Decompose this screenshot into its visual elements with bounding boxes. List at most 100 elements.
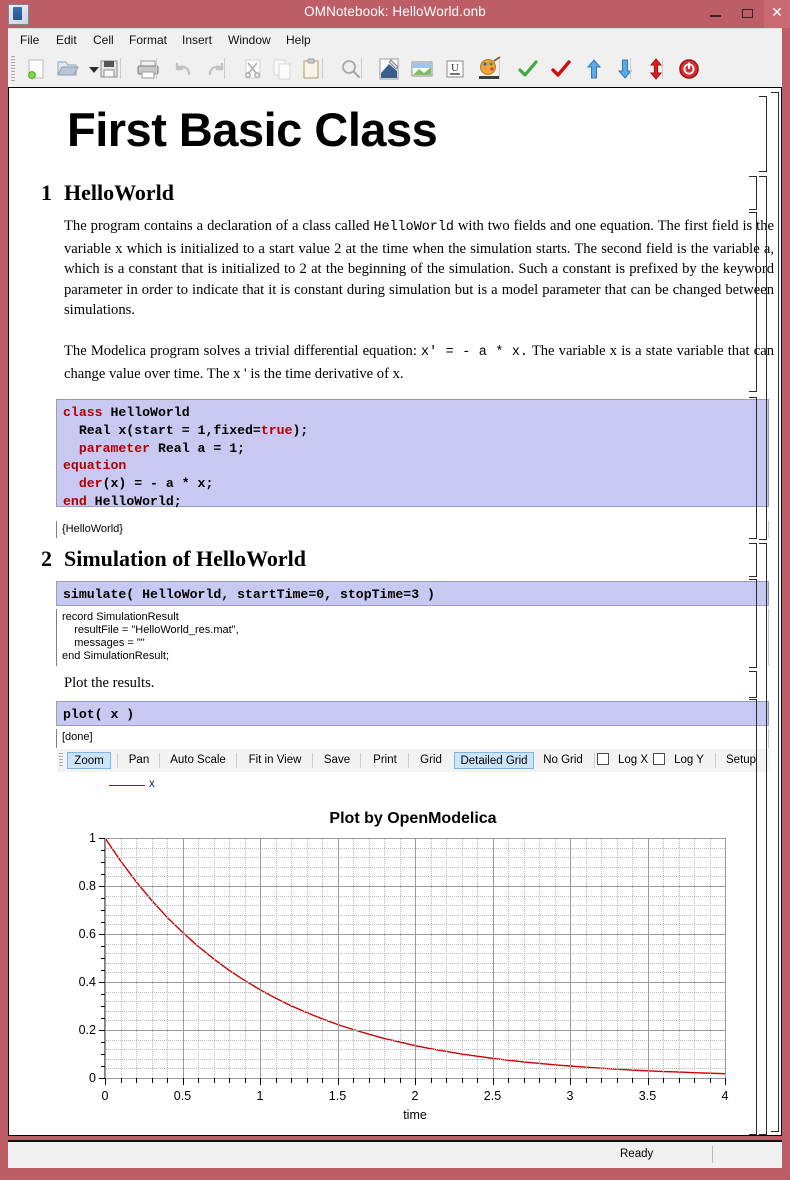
open-document-icon[interactable] <box>53 55 81 83</box>
y-tick-minor <box>101 1018 105 1019</box>
plot-button-auto-scale[interactable]: Auto Scale <box>165 752 231 769</box>
move-down-icon[interactable] <box>611 55 639 83</box>
x-tick-label: 2 <box>412 1089 419 1103</box>
x-tick <box>338 1078 339 1085</box>
undo-icon[interactable] <box>171 55 199 83</box>
cell-bracket-para3[interactable] <box>749 671 757 698</box>
input-cell-model-code[interactable]: class HelloWorld Real x(start = 1,fixed=… <box>56 399 769 507</box>
new-document-icon[interactable] <box>22 55 50 83</box>
document-viewport: First Basic Class 1 HelloWorld The progr… <box>8 87 782 1136</box>
menu-bar: File Edit Cell Format Insert Window Help <box>8 28 782 51</box>
plot-button-no-grid[interactable]: No Grid <box>538 752 588 769</box>
x-tick-label: 3 <box>567 1089 574 1103</box>
plot-button-fit-in-view[interactable]: Fit in View <box>242 752 308 769</box>
input-cell-plot-command[interactable]: plot( x ) <box>56 701 769 726</box>
toolbar-separator <box>361 58 362 79</box>
plot-button-detailed-grid[interactable]: Detailed Grid <box>454 752 534 769</box>
gridline-minor-vertical <box>539 838 540 1078</box>
input-cell-icon[interactable] <box>408 55 436 83</box>
kw-equation: equation <box>63 458 126 473</box>
checkbox-logy[interactable] <box>653 753 665 765</box>
text-cell-icon <box>375 55 403 83</box>
cell-bracket-plot[interactable] <box>749 699 757 1135</box>
y-tick-minor <box>101 850 105 851</box>
plot-button-zoom[interactable]: Zoom <box>67 752 111 769</box>
gridline-minor-vertical <box>462 838 463 1078</box>
move-up-icon[interactable] <box>580 55 608 83</box>
paste-icon[interactable] <box>297 55 325 83</box>
cell-bracket-sim[interactable] <box>749 579 757 668</box>
plot-toolbar-separator <box>236 753 237 768</box>
cell-bracket-heading1[interactable] <box>749 176 757 210</box>
cell-bracket-section2[interactable] <box>759 543 767 1135</box>
cell-bracket-notebook[interactable] <box>771 92 779 1132</box>
eval-red-check-icon[interactable] <box>547 55 575 83</box>
code-line3-rest: Real a = 1; <box>150 441 245 456</box>
x-tick-label: 0 <box>102 1089 109 1103</box>
plot-axes[interactable]: time 00.20.40.60.8100.511.522.533.54 <box>104 838 725 1079</box>
close-button[interactable]: ✕ <box>764 0 790 28</box>
y-tick-minor <box>101 946 105 947</box>
plot-button-pan[interactable]: Pan <box>123 752 155 769</box>
x-tick-minor <box>276 1078 277 1083</box>
plot-button-print[interactable]: Print <box>366 752 404 769</box>
x-tick-minor <box>694 1078 695 1083</box>
kw-true: true <box>261 423 293 438</box>
plot-button-log-x[interactable]: Log X <box>613 752 653 769</box>
cell-bracket-para1[interactable] <box>749 212 757 392</box>
plot-container: x Plot by OpenModelica time 00.20.40.60.… <box>57 772 769 1136</box>
menu-item-help[interactable]: Help <box>282 32 315 48</box>
document-title: First Basic Class <box>67 102 437 157</box>
text-cell-icon[interactable] <box>375 55 403 83</box>
expand-collapse-icon[interactable] <box>642 55 670 83</box>
input-cell-icon <box>408 55 436 83</box>
input-cell-simulate-command[interactable]: simulate( HelloWorld, startTime=0, stopT… <box>56 581 769 606</box>
gridline-minor-vertical <box>152 838 153 1078</box>
paste-icon <box>297 55 325 83</box>
kw-der: der <box>63 476 103 491</box>
cell-bracket-title[interactable] <box>759 96 767 172</box>
minimize-button[interactable] <box>700 0 732 28</box>
output-cell-plot-result: [done] <box>56 729 769 748</box>
x-tick-minor <box>555 1078 556 1083</box>
y-tick-label: 0 <box>89 1071 96 1085</box>
gridline-minor-vertical <box>136 838 137 1078</box>
cut-icon[interactable] <box>239 55 267 83</box>
save-document-icon[interactable] <box>95 55 123 83</box>
toolbar-separator <box>120 58 121 79</box>
plot-button-grid[interactable]: Grid <box>414 752 448 769</box>
x-tick-label: 3.5 <box>639 1089 656 1103</box>
toolbar-separator <box>224 58 225 79</box>
checkbox-logx[interactable] <box>597 753 609 765</box>
plot-button-save[interactable]: Save <box>318 752 356 769</box>
plot-button-log-y[interactable]: Log Y <box>669 752 709 769</box>
menu-item-window[interactable]: Window <box>224 32 275 48</box>
menu-item-edit[interactable]: Edit <box>52 32 81 48</box>
menu-item-file[interactable]: File <box>16 32 43 48</box>
cell-bracket-heading2[interactable] <box>749 543 757 577</box>
gridline-minor-vertical <box>384 838 385 1078</box>
toolbar-separator <box>662 58 663 79</box>
toolbar-grip[interactable] <box>11 56 15 82</box>
gridline-minor-vertical <box>400 838 401 1078</box>
menu-item-format[interactable]: Format <box>125 32 171 48</box>
find-icon <box>336 55 364 83</box>
menu-item-cell[interactable]: Cell <box>89 32 118 48</box>
quit-icon[interactable] <box>675 55 703 83</box>
print-icon[interactable] <box>134 55 162 83</box>
copy-icon[interactable] <box>268 55 296 83</box>
code-line2-pre: Real x(start = 1,fixed= <box>63 423 261 438</box>
menu-item-insert[interactable]: Insert <box>178 32 216 48</box>
maximize-button[interactable] <box>732 0 764 28</box>
find-icon[interactable] <box>336 55 364 83</box>
y-tick <box>99 838 105 839</box>
x-tick-minor <box>446 1078 447 1083</box>
cell-bracket-code1[interactable] <box>749 397 757 539</box>
eval-green-check-icon[interactable] <box>514 55 542 83</box>
x-tick-minor <box>136 1078 137 1083</box>
plot-toolbar-grip[interactable] <box>59 753 63 768</box>
cell-bracket-section1[interactable] <box>759 176 767 540</box>
para2-mono-equation: x' = - a * x. <box>421 345 528 360</box>
latex-cell-icon[interactable]: U <box>441 55 469 83</box>
gridline-minor-vertical <box>322 838 323 1078</box>
